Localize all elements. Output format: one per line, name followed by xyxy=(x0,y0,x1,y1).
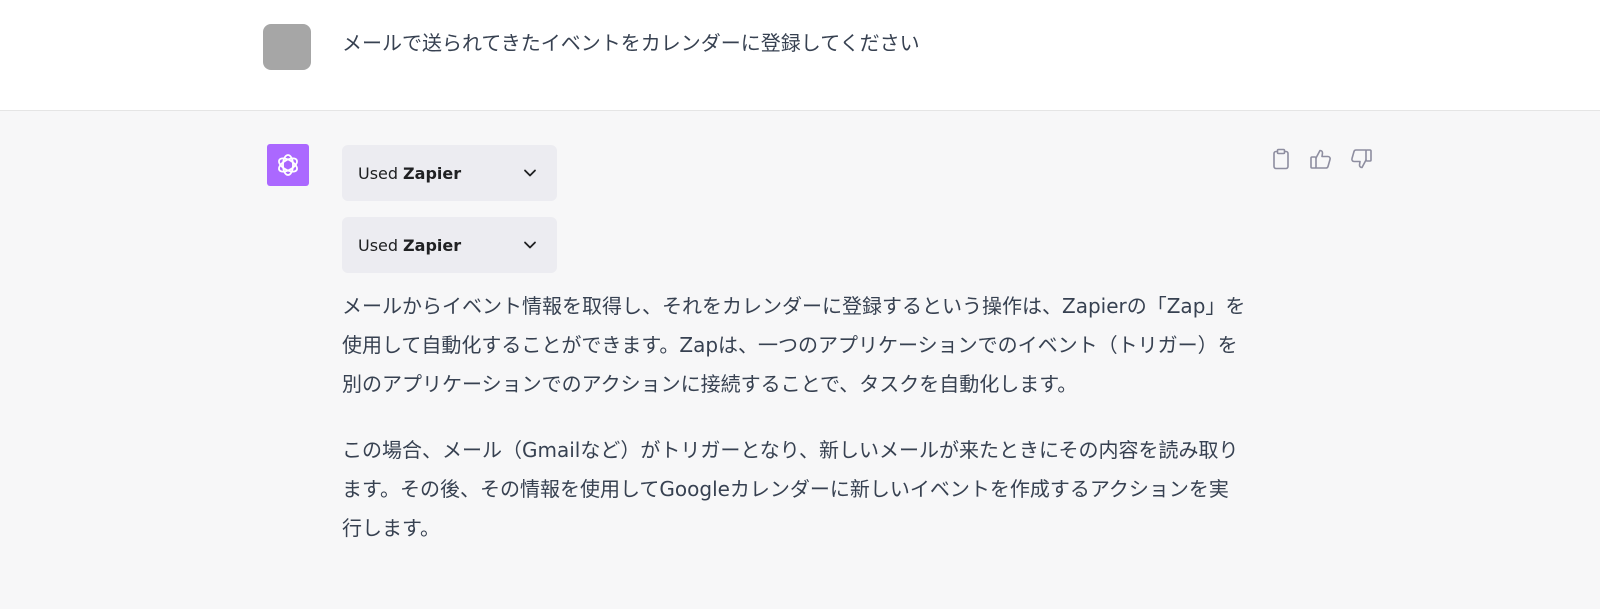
openai-logo-icon xyxy=(278,154,298,176)
thumbs-down-button[interactable] xyxy=(1348,146,1374,172)
plugin-name: Zapier xyxy=(403,163,462,183)
answer-paragraph: メールからイベント情報を取得し、それをカレンダーに登録するという操作は、Zapi… xyxy=(342,294,1246,396)
assistant-answer: メールからイベント情報を取得し、それをカレンダーに登録するという操作は、Zapi… xyxy=(342,287,1247,575)
thumbs-up-icon xyxy=(1310,149,1331,169)
plugin-name: Zapier xyxy=(403,235,462,255)
plugin-used-label: Used xyxy=(358,235,399,255)
chevron-down-icon[interactable] xyxy=(521,236,539,254)
assistant-avatar xyxy=(267,144,309,186)
clipboard-icon xyxy=(1273,148,1289,170)
plugin-call-zapier-1[interactable]: Used Zapier xyxy=(342,145,557,201)
plugin-call-zapier-2[interactable]: Used Zapier xyxy=(342,217,557,273)
message-actions xyxy=(1268,146,1374,172)
user-message-text: メールで送られてきたイベントをカレンダーに登録してください xyxy=(342,31,920,55)
chevron-down-icon[interactable] xyxy=(521,164,539,182)
user-avatar xyxy=(263,24,311,70)
copy-button[interactable] xyxy=(1268,146,1294,172)
thumbs-up-button[interactable] xyxy=(1308,146,1334,172)
thumbs-down-icon xyxy=(1351,149,1372,169)
assistant-message-row: Used Zapier Used Zapier メールからイベント情報を取得し、… xyxy=(0,111,1600,609)
user-message-row: メールで送られてきたイベントをカレンダーに登録してください xyxy=(0,0,1600,111)
plugin-used-label: Used xyxy=(358,163,399,183)
answer-paragraph: この場合、メール（Gmailなど）がトリガーとなり、新しいメールが来たときにその… xyxy=(342,438,1239,540)
